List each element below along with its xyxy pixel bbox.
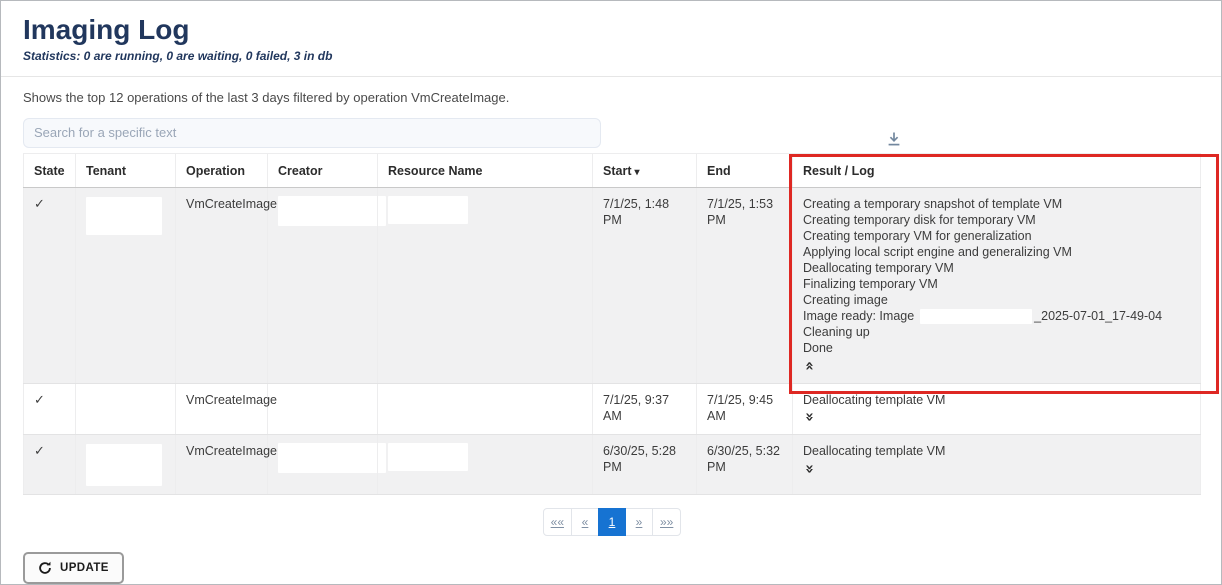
download-icon	[885, 130, 903, 148]
resource-name-cell	[378, 383, 593, 435]
redacted-tenant	[86, 197, 162, 235]
download-button[interactable]	[881, 128, 907, 152]
column-header-resource-name[interactable]: Resource Name	[378, 153, 593, 187]
log-line: Creating temporary disk for temporary VM	[803, 212, 1190, 228]
pagination-first-button[interactable]: ««	[543, 508, 572, 536]
redacted-creator	[278, 196, 386, 226]
update-button-label: UPDATE	[60, 562, 109, 574]
end-cell: 7/1/25, 1:53 PM	[697, 187, 793, 383]
table-row: ✓ VmCreateImage 6/30/25, 5:28 PM 6/30/25…	[24, 435, 1201, 495]
search-input[interactable]	[23, 118, 601, 148]
success-check-icon: ✓	[34, 196, 45, 211]
redacted-tenant	[86, 444, 162, 486]
chevron-double-down-icon: »	[804, 412, 816, 422]
start-cell: 7/1/25, 9:37 AM	[593, 383, 697, 435]
log-line: Creating image	[803, 292, 1190, 308]
end-cell: 6/30/25, 5:32 PM	[697, 435, 793, 495]
update-button[interactable]: UPDATE	[23, 552, 124, 584]
column-header-result-log[interactable]: Result / Log	[793, 153, 1201, 187]
table-header-row: State Tenant Operation Creator Resource …	[24, 153, 1201, 187]
expand-log-button[interactable]: »	[805, 461, 815, 477]
redacted-resource-name	[388, 443, 468, 471]
success-check-icon: ✓	[34, 392, 45, 407]
pagination-last-button[interactable]: »»	[652, 508, 681, 536]
sort-desc-icon: ▾	[634, 167, 639, 178]
log-line: Creating temporary VM for generalization	[803, 228, 1190, 244]
column-header-tenant[interactable]: Tenant	[76, 153, 176, 187]
operation-cell: VmCreateImage	[176, 187, 268, 383]
redacted-creator	[278, 443, 386, 473]
pagination-prev-button[interactable]: «	[571, 508, 599, 536]
log-line-image-ready: Image ready: Image_2025-07-01_17-49-04	[803, 308, 1190, 324]
log-line: Deallocating template VM	[803, 392, 1190, 408]
expand-log-button[interactable]: »	[805, 410, 815, 426]
header-divider	[1, 76, 1221, 77]
chevron-double-down-icon: »	[804, 464, 816, 474]
table-row: ✓ VmCreateImage 7/1/25, 1:48 PM 7/1/25, …	[24, 187, 1201, 383]
column-header-creator[interactable]: Creator	[268, 153, 378, 187]
column-header-start[interactable]: Start▾	[593, 153, 697, 187]
pagination-page-1-button[interactable]: 1	[598, 508, 626, 536]
start-cell: 7/1/25, 1:48 PM	[593, 187, 697, 383]
column-header-end[interactable]: End	[697, 153, 793, 187]
log-line: Done	[803, 340, 1190, 356]
column-header-operation[interactable]: Operation	[176, 153, 268, 187]
pagination-next-button[interactable]: »	[625, 508, 653, 536]
table-description: Shows the top 12 operations of the last …	[23, 90, 1221, 105]
statistics-line: Statistics: 0 are running, 0 are waiting…	[23, 49, 1221, 63]
start-cell: 6/30/25, 5:28 PM	[593, 435, 697, 495]
table-row: ✓ VmCreateImage 7/1/25, 9:37 AM 7/1/25, …	[24, 383, 1201, 435]
pagination: «« « 1 » »»	[23, 508, 1201, 536]
collapse-log-button[interactable]: «	[805, 358, 815, 374]
redacted-image-name	[920, 309, 1032, 324]
operations-table: State Tenant Operation Creator Resource …	[23, 153, 1201, 495]
imaging-log-page: Imaging Log Statistics: 0 are running, 0…	[0, 0, 1222, 585]
log-line: Finalizing temporary VM	[803, 276, 1190, 292]
creator-cell	[268, 383, 378, 435]
redacted-resource-name	[388, 196, 468, 224]
refresh-icon	[38, 561, 52, 575]
tenant-cell	[76, 383, 176, 435]
log-line: Deallocating template VM	[803, 443, 1190, 459]
end-cell: 7/1/25, 9:45 AM	[697, 383, 793, 435]
log-line: Applying local script engine and general…	[803, 244, 1190, 260]
page-title: Imaging Log	[23, 15, 1221, 46]
operation-cell: VmCreateImage	[176, 435, 268, 495]
chevron-double-up-icon: «	[804, 361, 816, 371]
result-log-cell: Deallocating template VM »	[793, 435, 1201, 495]
result-log-cell: Creating a temporary snapshot of templat…	[793, 187, 1201, 383]
log-line: Cleaning up	[803, 324, 1190, 340]
log-line: Deallocating temporary VM	[803, 260, 1190, 276]
operation-cell: VmCreateImage	[176, 383, 268, 435]
result-log-cell: Deallocating template VM »	[793, 383, 1201, 435]
success-check-icon: ✓	[34, 443, 45, 458]
column-header-state[interactable]: State	[24, 153, 76, 187]
log-line: Creating a temporary snapshot of templat…	[803, 196, 1190, 212]
